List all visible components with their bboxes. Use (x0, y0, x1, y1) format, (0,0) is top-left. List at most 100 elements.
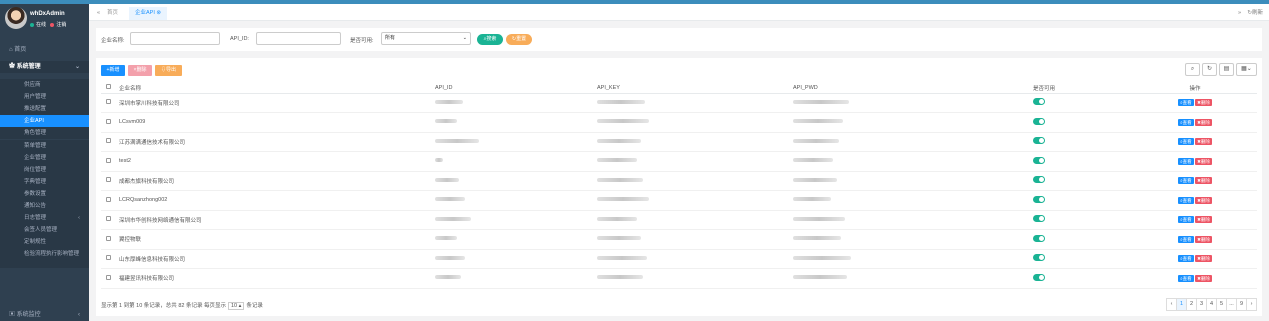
row-delete-button[interactable]: ✖删除 (1195, 274, 1212, 282)
row-delete-button[interactable]: ✖删除 (1195, 196, 1212, 204)
col-api-key[interactable]: API_KEY (597, 83, 793, 94)
gear-icon: ✿ (9, 64, 17, 70)
view-button[interactable]: ⌕查看 (1178, 274, 1194, 282)
row-checkbox[interactable] (101, 112, 119, 133)
sidebar-item-8[interactable]: 字典管理 (0, 175, 89, 188)
sidebar-item-1[interactable]: 用户管理 (0, 91, 89, 104)
view-button[interactable]: ⌕查看 (1178, 177, 1194, 185)
row-delete-button[interactable]: ✖删除 (1195, 216, 1212, 224)
available-toggle[interactable] (1033, 156, 1045, 164)
page-size-select[interactable]: 10 ▴ (228, 302, 245, 310)
available-toggle[interactable] (1033, 215, 1045, 223)
avatar[interactable] (5, 7, 27, 29)
table-row[interactable]: LCRQsanzhong002 ⌕查看 ✖删除 (101, 190, 1257, 211)
sidebar-item-9[interactable]: 参数设置 (0, 187, 89, 200)
table-panel: +新增 ×删除 ⇩导出 ⌕ ↻ ▤ ▦⌄ 企业名称 API_ID API_KEY… (96, 58, 1262, 316)
refresh-icon[interactable]: ↻ (1202, 63, 1217, 76)
sidebar-item-13[interactable]: 定制规性 (0, 236, 89, 249)
row-checkbox[interactable] (101, 171, 119, 191)
available-toggle[interactable] (1033, 117, 1045, 125)
search-toggle-icon[interactable]: ⌕ (1185, 63, 1200, 76)
close-icon[interactable]: ⊗ (156, 10, 161, 16)
sidebar-item-2[interactable]: 推送配置 (0, 103, 89, 116)
view-button[interactable]: ⌕查看 (1178, 255, 1194, 263)
available-toggle[interactable] (1033, 176, 1045, 184)
row-checkbox[interactable] (101, 132, 119, 152)
view-button[interactable]: ⌕查看 (1178, 157, 1194, 165)
api-id-input[interactable] (256, 32, 341, 45)
columns-icon[interactable]: ▦⌄ (1236, 63, 1257, 76)
table-row[interactable]: 成都杰旗科技有限公司 ⌕查看 ✖删除 (101, 171, 1257, 191)
available-toggle[interactable] (1033, 254, 1045, 262)
available-select[interactable]: 所有 ⌄ (381, 32, 471, 45)
sidebar-item-14[interactable]: 检验流程执行影响管理 (0, 248, 89, 269)
view-button[interactable]: ⌕查看 (1178, 216, 1194, 224)
col-company-name[interactable]: 企业名称 (119, 83, 435, 94)
sidebar-item-label: 参数设置 (24, 190, 47, 197)
add-button[interactable]: +新增 (101, 65, 125, 76)
api-pwd-cell (793, 190, 1033, 211)
table-row[interactable]: 深圳市华创科技网络通信有限公司 ⌕查看 ✖删除 (101, 210, 1257, 230)
row-delete-button[interactable]: ✖删除 (1195, 157, 1212, 165)
tab-home[interactable]: 首页 (101, 7, 124, 20)
sidebar-item-11[interactable]: 日志管理 ‹ (0, 212, 89, 225)
view-button[interactable]: ⌕查看 (1178, 138, 1194, 146)
sidebar-item-monitor[interactable]: ▣ 系统监控 ‹ (0, 309, 89, 321)
list-view-icon[interactable]: ▤ (1219, 63, 1234, 76)
row-checkbox[interactable] (101, 93, 119, 113)
sidebar-item-home[interactable]: ⌂ 首页 (9, 44, 26, 53)
table-row[interactable]: LCsvm009 ⌕查看 ✖删除 (101, 112, 1257, 133)
tab-enterprise-api[interactable]: 企业API ⊗ (129, 7, 168, 20)
table-row[interactable]: 翼控物联 ⌕查看 ✖删除 (101, 229, 1257, 250)
logout-link[interactable]: 注销 (56, 22, 66, 28)
available-toggle[interactable] (1033, 195, 1045, 203)
table-row[interactable]: 山东厚峰信息科技有限公司 ⌕查看 ✖删除 (101, 249, 1257, 269)
row-checkbox[interactable] (101, 210, 119, 230)
col-api-id[interactable]: API_ID (435, 83, 597, 94)
page-button[interactable]: › (1246, 298, 1257, 311)
sidebar-item-4[interactable]: 角色管理 (0, 127, 89, 140)
row-delete-button[interactable]: ✖删除 (1195, 177, 1212, 185)
sidebar-item-5[interactable]: 菜单管理 (0, 139, 89, 152)
sidebar-item-7[interactable]: 岗位管理 (0, 163, 89, 176)
table-row[interactable]: 深圳市掌川科技有限公司 ⌕查看 ✖删除 (101, 93, 1257, 113)
sidebar-item-12[interactable]: 会签人员管理 (0, 224, 89, 237)
sidebar-item-0[interactable]: 供应商 (0, 79, 89, 91)
select-all-checkbox[interactable] (101, 83, 119, 94)
logout-icon[interactable] (50, 22, 55, 27)
reset-button[interactable]: ↻重置 (506, 34, 532, 45)
view-button[interactable]: ⌕查看 (1178, 235, 1194, 243)
company-name-input[interactable] (130, 32, 220, 45)
refresh-tab[interactable]: ↻刷新 (1241, 7, 1269, 20)
export-button[interactable]: ⇩导出 (155, 65, 182, 76)
view-button[interactable]: ⌕查看 (1178, 99, 1194, 107)
sidebar-item-6[interactable]: 企业管理 (0, 151, 89, 164)
available-toggle[interactable] (1033, 273, 1045, 281)
search-button[interactable]: ⌕搜索 (477, 34, 503, 45)
row-checkbox[interactable] (101, 249, 119, 269)
available-toggle[interactable] (1033, 98, 1045, 106)
available-toggle[interactable] (1033, 137, 1045, 145)
row-delete-button[interactable]: ✖删除 (1195, 235, 1212, 243)
masked-value (435, 99, 463, 104)
row-delete-button[interactable]: ✖删除 (1195, 99, 1212, 107)
row-delete-button[interactable]: ✖删除 (1195, 255, 1212, 263)
sidebar-group-system[interactable]: ✿ 系统管理 ⌄ (0, 61, 89, 73)
row-checkbox[interactable] (101, 268, 119, 289)
table-row[interactable]: 江苏满满通信技术有限公司 ⌕查看 ✖删除 (101, 132, 1257, 152)
delete-button[interactable]: ×删除 (128, 65, 152, 76)
row-delete-button[interactable]: ✖删除 (1195, 138, 1212, 146)
col-api-pwd[interactable]: API_PWD (793, 83, 1033, 94)
available-toggle[interactable] (1033, 234, 1045, 242)
view-button[interactable]: ⌕查看 (1178, 196, 1194, 204)
view-button[interactable]: ⌕查看 (1178, 118, 1194, 126)
col-available[interactable]: 是否可用 (1033, 83, 1133, 94)
row-checkbox[interactable] (101, 190, 119, 211)
sidebar-item-3[interactable]: 企业API (0, 115, 89, 128)
row-delete-button[interactable]: ✖删除 (1195, 118, 1212, 126)
table-row[interactable]: test2 ⌕查看 ✖删除 (101, 151, 1257, 172)
row-checkbox[interactable] (101, 151, 119, 172)
table-row[interactable]: 福建昱讯科技有限公司 ⌕查看 ✖删除 (101, 268, 1257, 289)
sidebar-item-10[interactable]: 通知公告 (0, 200, 89, 212)
row-checkbox[interactable] (101, 229, 119, 250)
